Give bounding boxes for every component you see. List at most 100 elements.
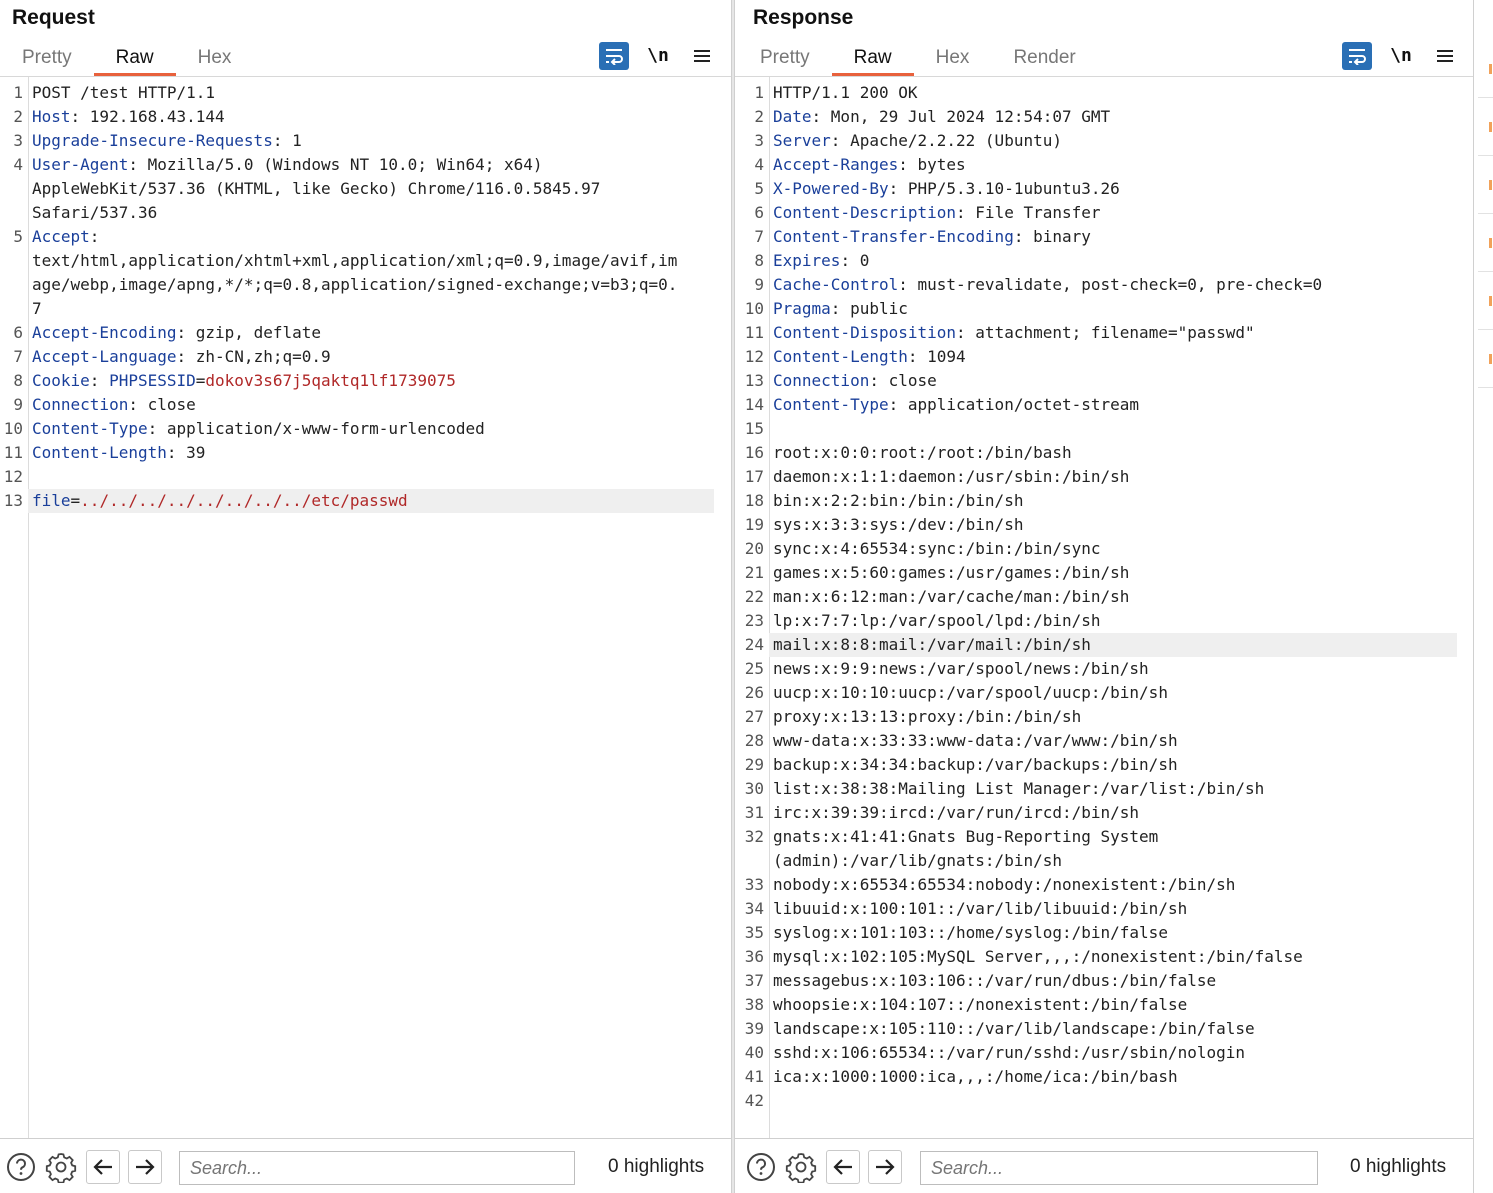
line-value: : application/x-www-form-urlencoded <box>147 419 485 438</box>
request-settings-button[interactable] <box>44 1150 78 1184</box>
gear-icon <box>785 1153 817 1183</box>
inspector-tab[interactable] <box>1478 156 1493 214</box>
code-line: 6 Accept-Encoding: gzip, deflate <box>0 321 731 345</box>
inspector-tab[interactable] <box>1478 272 1493 330</box>
line-value: bin:x:2:2:bin:/bin:/bin/sh <box>773 491 1024 510</box>
request-search-input[interactable] <box>179 1151 575 1185</box>
response-tab-raw[interactable]: Raw <box>831 44 914 76</box>
line-number: 4 <box>754 155 764 174</box>
code-line: 36 mysql:x:102:105:MySQL Server,,,:/nonex… <box>735 945 1457 969</box>
line-number: 4 <box>13 155 23 174</box>
line-value: : bytes <box>898 155 966 174</box>
line-text: Content-Type: application/x-www-form-url… <box>28 417 714 441</box>
line-value: list:x:38:38:Mailing List Manager:/var/l… <box>773 779 1265 798</box>
line-text: sys:x:3:3:sys:/dev:/bin/sh <box>769 513 1457 537</box>
request-editor[interactable]: 1 POST /test HTTP/1.1 2 Host: 192.168.43.14… <box>0 76 731 1139</box>
wrap-lines-icon <box>1349 49 1366 65</box>
line-text: bin:x:2:2:bin:/bin:/bin/sh <box>769 489 1457 513</box>
inspector-tab[interactable] <box>1478 98 1493 156</box>
code-line: 41 ica:x:1000:1000:ica,,,:/home/ica:/bin/… <box>735 1065 1457 1089</box>
response-title: Response <box>753 6 854 29</box>
response-menu-button[interactable] <box>1430 42 1460 70</box>
response-search-input[interactable] <box>920 1151 1318 1185</box>
inspector-tab[interactable] <box>1478 330 1493 388</box>
line-number: 14 <box>744 395 764 414</box>
code-line: 22 man:x:6:12:man:/var/cache/man:/bin/sh <box>735 585 1457 609</box>
request-forward-button[interactable] <box>128 1150 162 1184</box>
line-text: POST /test HTTP/1.1 <box>28 81 714 105</box>
response-help-button[interactable] <box>744 1150 778 1184</box>
response-forward-button[interactable] <box>868 1150 902 1184</box>
response-settings-button[interactable] <box>784 1150 818 1184</box>
line-value: : <box>89 371 110 390</box>
header-name: Content-Length <box>32 443 167 462</box>
show-newlines-button[interactable]: \n <box>1386 42 1416 70</box>
line-text: www-data:x:33:33:www-data:/var/www:/bin/… <box>769 729 1457 753</box>
code-line: 3 Server: Apache/2.2.22 (Ubuntu) <box>735 129 1457 153</box>
line-text: ​ <box>769 1089 1457 1113</box>
line-value: : File Transfer <box>956 203 1101 222</box>
code-line: 9 Cache-Control: must-revalidate, post-ch… <box>735 273 1457 297</box>
line-number: 37 <box>744 971 764 990</box>
line-value: irc:x:39:39:ircd:/var/run/ircd:/bin/sh <box>773 803 1140 822</box>
show-newlines-button[interactable]: \n <box>643 42 673 70</box>
inspector-tab-marker <box>1489 180 1492 190</box>
gear-icon <box>45 1153 77 1183</box>
line-text: games:x:5:60:games:/usr/games:/bin/sh <box>769 561 1457 585</box>
request-menu-button[interactable] <box>687 42 717 70</box>
header-name: Host <box>32 107 71 126</box>
wrap-lines-button[interactable] <box>1342 42 1372 70</box>
request-tab-raw[interactable]: Raw <box>93 44 176 76</box>
line-value: root:x:0:0:root:/root:/bin/bash <box>773 443 1072 462</box>
line-text: daemon:x:1:1:daemon:/usr/sbin:/bin/sh <box>769 465 1457 489</box>
response-tab-hex[interactable]: Hex <box>914 44 992 76</box>
response-back-button[interactable] <box>826 1150 860 1184</box>
line-number: 12 <box>3 467 23 486</box>
code-line: 37 messagebus:x:103:106::/var/run/dbus:/b… <box>735 969 1457 993</box>
code-line: 29 backup:x:34:34:backup:/var/backups:/bi… <box>735 753 1457 777</box>
line-text: man:x:6:12:man:/var/cache/man:/bin/sh <box>769 585 1457 609</box>
code-line: 10 Content-Type: application/x-www-form-u… <box>0 417 731 441</box>
line-number: 12 <box>744 347 764 366</box>
request-tab-pretty[interactable]: Pretty <box>0 44 94 76</box>
line-value: : binary <box>1013 227 1091 246</box>
request-tab-hex[interactable]: Hex <box>176 44 254 76</box>
line-value: messagebus:x:103:106::/var/run/dbus:/bin… <box>773 971 1217 990</box>
code-line: 3 Upgrade-Insecure-Requests: 1 <box>0 129 731 153</box>
inspector-tab[interactable] <box>1478 214 1493 272</box>
request-tabs: Pretty Raw Hex <box>0 44 253 76</box>
request-help-button[interactable] <box>4 1150 38 1184</box>
line-value: : 39 <box>166 443 206 462</box>
header-name: Content-Length <box>773 347 908 366</box>
line-value: daemon:x:1:1:daemon:/usr/sbin:/bin/sh <box>773 467 1130 486</box>
inspector-tab-marker <box>1489 354 1492 364</box>
wrap-lines-button[interactable] <box>599 42 629 70</box>
inspector-tab[interactable] <box>1478 40 1493 98</box>
line-text: libuuid:x:100:101::/var/lib/libuuid:/bin… <box>769 897 1457 921</box>
line-number: 30 <box>744 779 764 798</box>
line-number: 24 <box>744 635 764 654</box>
header-name: Expires <box>773 251 841 270</box>
line-text: news:x:9:9:news:/var/spool/news:/bin/sh <box>769 657 1457 681</box>
response-tab-pretty[interactable]: Pretty <box>738 44 832 76</box>
header-name: file <box>32 491 71 510</box>
header-name: Cookie <box>32 371 90 390</box>
line-value: : gzip, deflate <box>176 323 322 342</box>
code-line: 35 syslog:x:101:103::/home/syslog:/bin/fa… <box>735 921 1457 945</box>
request-back-button[interactable] <box>86 1150 120 1184</box>
header-name: Upgrade-Insecure-Requests <box>32 131 273 150</box>
line-text: mysql:x:102:105:MySQL Server,,,:/nonexis… <box>769 945 1457 969</box>
code-line: 42 ​ <box>735 1089 1457 1113</box>
code-line: 39 landscape:x:105:110::/var/lib/landscap… <box>735 1017 1457 1041</box>
line-number: 27 <box>744 707 764 726</box>
inspector-side-strip <box>1473 0 1493 1193</box>
line-number: 2 <box>754 107 764 126</box>
line-value: POST /test HTTP/1.1 <box>32 83 216 102</box>
response-editor[interactable]: 1 HTTP/1.1 200 OK 2 Date: Mon, 29 Jul 2024 … <box>735 76 1473 1139</box>
line-text: Content-Type: application/octet-stream <box>769 393 1457 417</box>
response-tab-render[interactable]: Render <box>991 44 1097 76</box>
code-line: 26 uucp:x:10:10:uucp:/var/spool/uucp:/bin… <box>735 681 1457 705</box>
line-text: proxy:x:13:13:proxy:/bin:/bin/sh <box>769 705 1457 729</box>
line-text: whoopsie:x:104:107::/nonexistent:/bin/fa… <box>769 993 1457 1017</box>
header-name: Content-Transfer-Encoding <box>773 227 1014 246</box>
